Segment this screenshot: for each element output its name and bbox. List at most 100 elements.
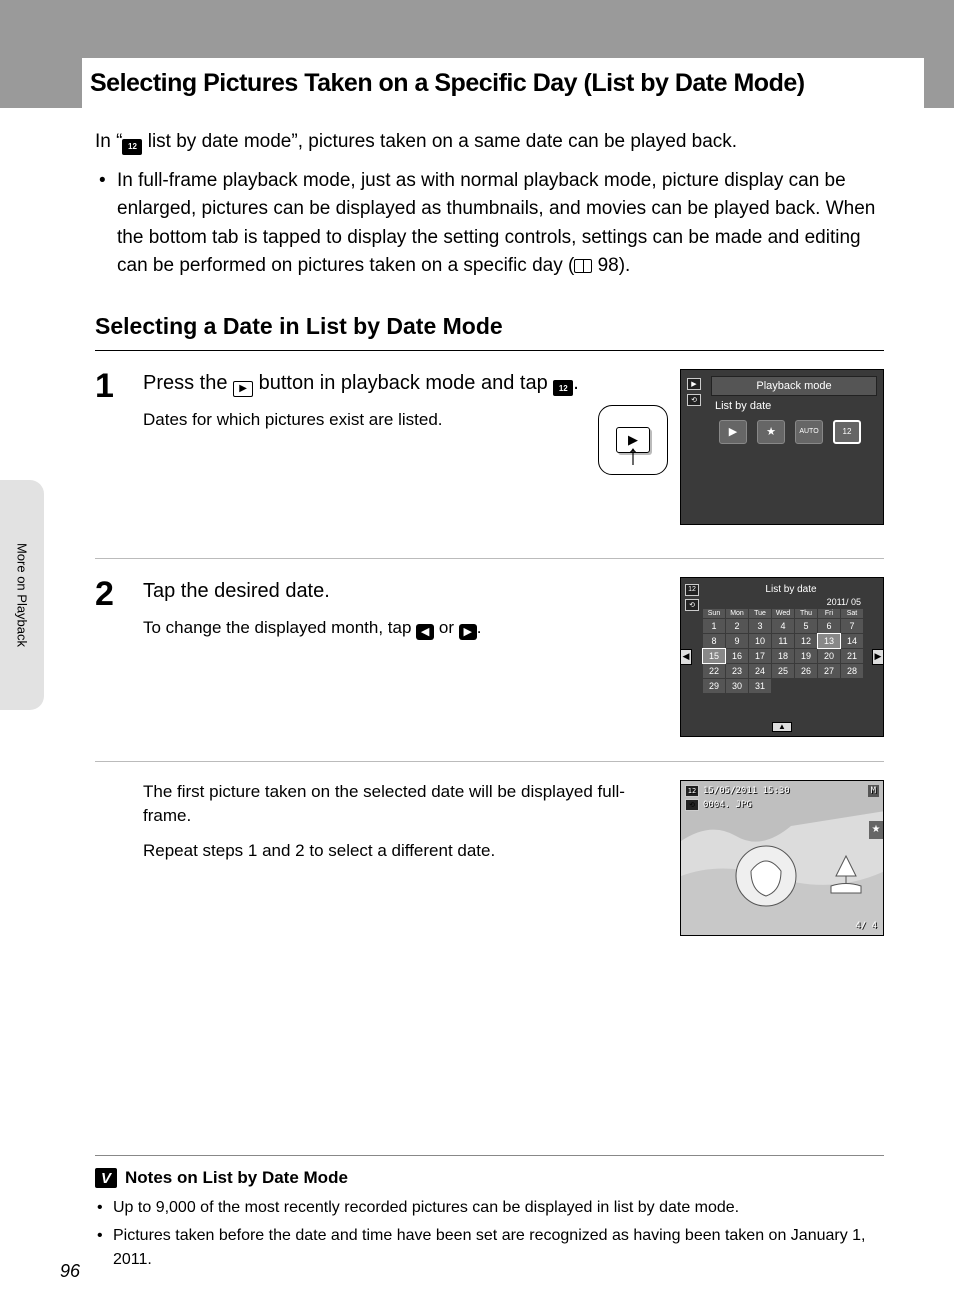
play-mini-icon: ▶ xyxy=(687,378,701,390)
intro-paragraph: In “12 list by date mode”, pictures take… xyxy=(95,128,884,157)
cal-day-header: Fri xyxy=(818,609,840,618)
cal-day-cell: 2 xyxy=(726,619,748,633)
cal-day-cell: 1 xyxy=(703,619,725,633)
cal-day-cell: 3 xyxy=(749,619,771,633)
step1-sub: Dates for which pictures exist are liste… xyxy=(143,408,584,433)
size-badge: M xyxy=(868,785,879,797)
notes-section: V Notes on List by Date Mode Up to 9,000… xyxy=(95,1155,884,1276)
intro-prefix: In “ xyxy=(95,131,122,152)
notes-heading: V Notes on List by Date Mode xyxy=(95,1168,884,1188)
mode-favorite-icon: ★ xyxy=(757,420,785,444)
step2-sub-c: . xyxy=(477,618,482,637)
cal-day-cell: 31 xyxy=(749,679,771,693)
back-mini-icon: ⟲ xyxy=(685,799,699,811)
calendar-grid: SunMonTueWedThuFriSat1234567891011121314… xyxy=(703,609,863,693)
cal-year-month: 2011/ 05 xyxy=(703,597,879,607)
photo-counter: 4/ 4 xyxy=(855,921,877,931)
photo-datetime: 15/05/2011 15:30 xyxy=(703,786,790,796)
section-side-tab: More on Playback xyxy=(0,480,44,710)
intro-suffix: list by date mode”, pictures taken on a … xyxy=(142,131,737,152)
step2b-sub1: The first picture taken on the selected … xyxy=(143,780,666,829)
cal-day-cell: 23 xyxy=(726,664,748,678)
calendar-icon: 12 xyxy=(122,139,142,155)
cal-day-cell: 27 xyxy=(818,664,840,678)
cal-day-empty xyxy=(818,679,840,693)
up-arrow-icon: ↑ xyxy=(626,441,640,469)
cal-day-header: Mon xyxy=(726,609,748,618)
cal-day-cell: 16 xyxy=(726,649,748,663)
cal-day-cell: 6 xyxy=(818,619,840,633)
step2-sub: To change the displayed month, tap ◀ or … xyxy=(143,616,666,641)
cal-next-month: ▶ xyxy=(872,649,884,665)
cal-day-cell: 11 xyxy=(772,634,794,648)
step-2b-row: The first picture taken on the selected … xyxy=(95,780,884,958)
mode-auto-icon: AUTO xyxy=(795,420,823,444)
step-1-text: Press the ▶ button in playback mode and … xyxy=(143,369,584,536)
cal-day-cell: 18 xyxy=(772,649,794,663)
cal-mini-icon: 12 xyxy=(685,584,699,596)
step2-line: Tap the desired date. xyxy=(143,580,330,602)
cal-day-cell: 12 xyxy=(795,634,817,648)
step-1-number: 1 xyxy=(95,369,129,536)
cal-day-header: Wed xyxy=(772,609,794,618)
calendar-icon: 12 xyxy=(553,380,573,396)
bullet1-text-b: 98). xyxy=(592,255,630,276)
cal-day-empty xyxy=(772,679,794,693)
cal-day-cell: 5 xyxy=(795,619,817,633)
page-number: 96 xyxy=(60,1261,80,1282)
left-arrow-icon: ◀ xyxy=(416,624,434,640)
intro-bullet: In full-frame playback mode, just as wit… xyxy=(95,167,884,281)
step1-line-b: button in playback mode and tap xyxy=(253,372,553,394)
cal-day-cell: 17 xyxy=(749,649,771,663)
cal-day-cell: 22 xyxy=(703,664,725,678)
cal-day-cell: 30 xyxy=(726,679,748,693)
step1-line-a: Press the xyxy=(143,372,233,394)
cal-day-empty xyxy=(795,679,817,693)
cal-day-cell: 29 xyxy=(703,679,725,693)
favorite-tab-icon: ★ xyxy=(869,821,883,839)
cal-day-cell: 7 xyxy=(841,619,863,633)
step2b-illustration: 12 15/05/2011 15:30 M ⟲ 0004. JPG ★ 4/ 4 xyxy=(680,780,884,936)
cal-day-cell: 25 xyxy=(772,664,794,678)
cal-day-header: Tue xyxy=(749,609,771,618)
screen-title: Playback mode xyxy=(711,376,877,396)
cal-day-cell: 24 xyxy=(749,664,771,678)
cal-day-cell: 21 xyxy=(841,649,863,663)
step2-sub-a: To change the displayed month, tap xyxy=(143,618,416,637)
page-title: Selecting Pictures Taken on a Specific D… xyxy=(90,69,805,98)
notes-bullet-1: Up to 9,000 of the most recently recorde… xyxy=(95,1196,884,1220)
cal-prev-month: ◀ xyxy=(680,649,692,665)
cal-foot-up-icon: ▲ xyxy=(772,722,792,732)
mode-icons-row: ▶ ★ AUTO 12 xyxy=(719,420,883,444)
step2b-sub2: Repeat steps 1 and 2 to select a differe… xyxy=(143,839,666,864)
step-2b-text: The first picture taken on the selected … xyxy=(143,780,666,936)
side-tab-label: More on Playback xyxy=(15,543,30,647)
cal-day-cell: 8 xyxy=(703,634,725,648)
cal-mini-icon: 12 xyxy=(685,785,699,797)
book-icon xyxy=(574,259,592,273)
mode-playback-icon: ▶ xyxy=(719,420,747,444)
step-2b-spacer xyxy=(95,780,129,936)
playback-button-icon: ▶ xyxy=(233,381,253,397)
step-2-number: 2 xyxy=(95,577,129,741)
cal-title: List by date xyxy=(703,582,879,597)
playback-mode-screen: ▶ ⟲ Playback mode List by date ▶ ★ AUTO … xyxy=(680,369,884,525)
cal-day-header: Thu xyxy=(795,609,817,618)
cal-day-cell: 28 xyxy=(841,664,863,678)
title-band: Selecting Pictures Taken on a Specific D… xyxy=(82,58,924,108)
step-2-row: 2 Tap the desired date. To change the di… xyxy=(95,577,884,747)
step1-illustrations: ▶ ↑ ▶ ⟲ Playback mode List by date ▶ ★ A… xyxy=(598,369,884,536)
content-area: In “12 list by date mode”, pictures take… xyxy=(0,108,954,958)
cal-day-cell: 10 xyxy=(749,634,771,648)
step2-illustration: 12 ⟲ ◀ ▶ List by date 2011/ 05 SunMonTue… xyxy=(680,577,884,741)
mode-listbydate-icon: 12 xyxy=(833,420,861,444)
step-2-text: Tap the desired date. To change the disp… xyxy=(143,577,666,741)
subheading: Selecting a Date in List by Date Mode xyxy=(95,313,884,351)
cal-day-cell: 9 xyxy=(726,634,748,648)
cal-day-cell: 14 xyxy=(841,634,863,648)
calendar-screen: 12 ⟲ ◀ ▶ List by date 2011/ 05 SunMonTue… xyxy=(680,577,884,737)
photo-playback-screen: 12 15/05/2011 15:30 M ⟲ 0004. JPG ★ 4/ 4 xyxy=(680,780,884,936)
cal-day-cell: 15 xyxy=(703,649,725,663)
cal-day-header: Sun xyxy=(703,609,725,618)
step1-line-c: . xyxy=(573,372,579,394)
